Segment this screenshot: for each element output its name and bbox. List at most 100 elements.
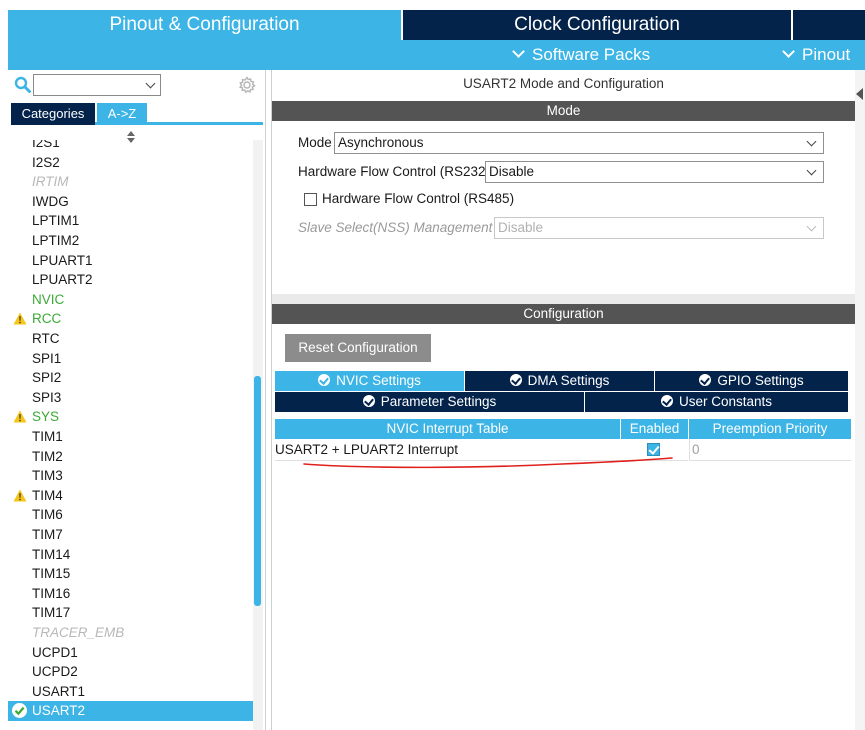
tab-gpio-settings[interactable]: GPIO Settings (655, 371, 848, 391)
list-item-label: I2S2 (32, 154, 60, 170)
list-item[interactable]: TIM14 (8, 545, 253, 565)
list-item[interactable]: I2S2 (8, 153, 253, 173)
column-header-interrupt[interactable]: NVIC Interrupt Table (275, 419, 620, 439)
list-item[interactable]: TIM6 (8, 505, 253, 525)
list-item-label: IWDG (32, 193, 69, 209)
list-item[interactable]: SPI3 (8, 388, 253, 408)
column-header-preemption-priority[interactable]: Preemption Priority (689, 419, 851, 439)
list-item-label: TIM1 (32, 429, 63, 444)
hfc-rs232-select[interactable]: Disable (485, 161, 824, 183)
warning-icon (13, 312, 27, 325)
list-item-label: TIM16 (32, 585, 71, 601)
list-item[interactable]: TIM2 (8, 447, 253, 467)
tab-user-constants[interactable]: User Constants (585, 392, 848, 412)
list-item-label: TRACER_EMB (32, 625, 125, 640)
software-packs-label: Software Packs (532, 45, 651, 64)
search-row (8, 70, 266, 100)
hfc-rs485-label: Hardware Flow Control (RS485) (322, 191, 515, 206)
warning-icon (13, 410, 27, 423)
list-item[interactable]: SPI2 (8, 368, 253, 388)
list-item[interactable]: TIM7 (8, 525, 253, 545)
page-title: USART2 Mode and Configuration (463, 76, 664, 91)
chevron-down-icon (145, 78, 156, 89)
hfc-rs485-checkbox[interactable] (304, 193, 317, 206)
list-item[interactable]: IWDG (8, 192, 253, 212)
list-item: TRACER_EMB (8, 623, 253, 643)
list-item[interactable]: TIM3 (8, 466, 253, 486)
check-circle-icon (362, 395, 375, 407)
list-item-label: USART1 (32, 683, 86, 699)
configuration-panel: USART2 Mode and Configuration Mode Mode … (271, 70, 855, 730)
list-item[interactable]: NVIC (8, 290, 253, 310)
mode-select[interactable]: Asynchronous (334, 132, 824, 154)
scrollbar-thumb[interactable] (254, 376, 261, 606)
list-item: IRTIM (8, 172, 253, 192)
hfc-rs232-row: Hardware Flow Control (RS232) Disable (298, 161, 828, 183)
list-item-label: TIM4 (32, 487, 63, 503)
pinout-menu[interactable]: Pinout (782, 40, 851, 70)
search-icon[interactable] (14, 76, 31, 93)
mode-section-header: Mode (272, 101, 855, 121)
list-item[interactable]: UCPD1 (8, 643, 253, 663)
check-circle-icon (699, 374, 712, 386)
tab-label: NVIC Settings (336, 373, 421, 388)
tab-a-to-z[interactable]: A->Z (97, 103, 147, 125)
list-item-label: SPI1 (32, 350, 62, 366)
chevron-down-icon (806, 165, 817, 176)
list-item-label: LPUART1 (32, 252, 93, 268)
tab-parameter-settings[interactable]: Parameter Settings (275, 392, 584, 412)
list-item[interactable]: TIM4 (8, 486, 253, 506)
list-item[interactable]: USART1 (8, 682, 253, 702)
tab-nvic-settings[interactable]: NVIC Settings (275, 371, 464, 391)
list-item-label: TIM6 (32, 507, 63, 523)
category-tabs: Categories A->Z (11, 103, 263, 125)
list-item[interactable]: TIM1 (8, 427, 253, 447)
side-panel-edge[interactable] (855, 70, 865, 730)
list-item[interactable]: TIM16 (8, 584, 253, 604)
pinout-label: Pinout (802, 45, 851, 64)
software-packs-menu[interactable]: Software Packs (512, 40, 651, 70)
list-item[interactable]: SYS (8, 407, 253, 427)
search-input[interactable] (33, 74, 161, 96)
tab-categories[interactable]: Categories (11, 103, 95, 125)
hfc-rs232-label: Hardware Flow Control (RS232) (298, 164, 491, 179)
list-item[interactable]: TIM15 (8, 564, 253, 584)
list-item[interactable]: LPUART2 (8, 270, 253, 290)
collapse-arrow-icon[interactable] (856, 88, 863, 100)
list-item[interactable]: SPI1 (8, 349, 253, 369)
list-item-label: SYS (32, 409, 60, 425)
section-splitter[interactable] (272, 294, 855, 304)
tab-more[interactable] (793, 10, 865, 40)
table-row-priority[interactable]: 0 (689, 439, 851, 461)
tab-pinout-configuration[interactable]: Pinout & Configuration (8, 10, 401, 40)
gear-icon[interactable] (238, 76, 256, 94)
list-item[interactable]: I2S1 (8, 140, 253, 153)
list-item[interactable]: UCPD2 (8, 662, 253, 682)
tab-label: GPIO Settings (717, 373, 804, 388)
list-item-label: UCPD1 (32, 644, 78, 660)
list-item-label: RTC (32, 331, 60, 346)
column-header-enabled[interactable]: Enabled (621, 419, 688, 439)
mode-value: Asynchronous (338, 135, 424, 150)
list-item[interactable]: USART2 (8, 701, 253, 721)
tab-clock-configuration[interactable]: Clock Configuration (401, 10, 791, 40)
reset-configuration-button[interactable]: Reset Configuration (285, 334, 431, 362)
tab-label: User Constants (678, 394, 773, 409)
nss-value: Disable (498, 220, 544, 235)
list-item-label: USART2 (32, 703, 86, 719)
list-scrollbar[interactable] (253, 140, 263, 730)
list-item-label: LPUART2 (32, 272, 93, 288)
tab-dma-settings[interactable]: DMA Settings (465, 371, 654, 391)
list-item[interactable]: RTC (8, 329, 253, 349)
list-item[interactable]: LPTIM1 (8, 211, 253, 231)
hfc-rs485-row: Hardware Flow Control (RS485) (298, 188, 598, 210)
chevron-down-icon (782, 45, 795, 58)
list-item[interactable]: TIM17 (8, 603, 253, 623)
list-item-label: LPTIM2 (32, 233, 80, 248)
list-item[interactable]: LPTIM2 (8, 231, 253, 251)
red-underline-annotation (303, 457, 673, 469)
list-item[interactable]: RCC (8, 309, 253, 329)
nss-select: Disable (494, 217, 824, 239)
list-item[interactable]: LPUART1 (8, 251, 253, 271)
list-item-label: TIM3 (32, 468, 63, 484)
